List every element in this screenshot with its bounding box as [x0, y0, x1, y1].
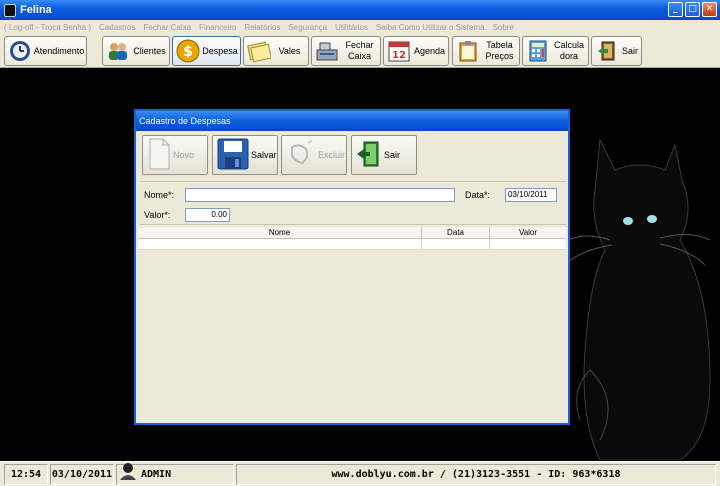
new-document-icon — [147, 137, 171, 174]
close-button[interactable]: ✕ — [702, 2, 717, 17]
valor-field[interactable]: 0.00 — [185, 208, 230, 222]
main-toolbar: Atendimento Clientes $ Despesa Vales Fec… — [0, 34, 720, 68]
fechar-caixa-button[interactable]: Fechar Caixa — [311, 36, 381, 66]
status-bar: 12:54 03/10/2011 ADMIN www.doblyu.com.br… — [0, 461, 720, 486]
user-avatar-icon — [119, 462, 137, 486]
minimize-button[interactable]: _ — [668, 2, 683, 17]
cat-background-image — [560, 138, 711, 460]
app-icon — [4, 3, 16, 17]
column-header-valor[interactable]: Valor — [490, 227, 566, 238]
column-header-nome[interactable]: Nome — [138, 227, 422, 238]
sair-toolbar-button[interactable]: Sair — [591, 36, 642, 66]
data-field[interactable]: 03/10/2011 — [505, 188, 557, 202]
column-header-data[interactable]: Data — [422, 227, 490, 238]
valor-label: Valor*: — [144, 210, 171, 220]
exit-door-icon — [356, 140, 382, 171]
nome-field[interactable] — [185, 188, 455, 202]
clock-icon — [8, 39, 32, 63]
despesa-button[interactable]: $ Despesa — [172, 36, 241, 66]
menu-utilitarios[interactable]: Utilitários — [335, 23, 368, 32]
grid-header: Nome Data Valor — [138, 227, 566, 239]
table-row[interactable] — [138, 239, 566, 250]
users-icon — [106, 39, 130, 63]
calendar-icon: 12 — [387, 39, 411, 63]
maximize-button[interactable]: □ — [685, 2, 700, 17]
calculator-icon — [526, 39, 550, 63]
menu-fechar-caixa[interactable]: Fechar Caixa — [143, 23, 191, 32]
nome-label: Nome*: — [144, 190, 175, 200]
menu-sobre[interactable]: Sobre — [493, 23, 514, 32]
save-disk-icon — [217, 138, 249, 173]
status-username: ADMIN — [141, 469, 172, 480]
menu-relatorios[interactable]: Relatórios — [244, 23, 280, 32]
coin-icon: $ — [176, 39, 200, 63]
agenda-button[interactable]: 12 Agenda — [383, 36, 449, 66]
status-date: 03/10/2011 — [50, 464, 114, 485]
tabela-precos-button[interactable]: Tabela Preços — [452, 36, 520, 66]
menu-logoff[interactable]: ( Log-off - Troca Senha ) — [4, 23, 91, 32]
sair-dialog-button[interactable]: Sair — [351, 135, 417, 175]
window-title: Felina — [20, 4, 52, 16]
menu-saiba[interactable]: Saiba Como Utilizar o Sistema — [376, 23, 484, 32]
data-label: Data*: — [465, 190, 491, 200]
menu-bar: ( Log-off - Troca Senha ) Cadastros Fech… — [0, 20, 720, 34]
cash-register-icon — [315, 39, 339, 63]
despesas-grid: Nome Data Valor — [138, 227, 566, 421]
clipboard-icon — [456, 39, 480, 63]
menu-cadastros[interactable]: Cadastros — [99, 23, 135, 32]
svg-text:12: 12 — [392, 50, 406, 61]
excluir-button[interactable]: Excluir — [281, 135, 347, 175]
calculadora-button[interactable]: Calcula dora — [522, 36, 589, 66]
delete-icon — [286, 139, 316, 172]
salvar-button[interactable]: Salvar — [212, 135, 278, 175]
status-time: 12:54 — [4, 464, 48, 485]
exit-door-icon — [595, 39, 619, 63]
dialog-toolbar: Novo Salvar Excluir Sair — [140, 135, 565, 177]
status-contact: www.doblyu.com.br / (21)3123-3551 - ID: … — [236, 464, 716, 485]
notes-icon — [247, 39, 271, 63]
despesa-form: Nome*: Data*: 03/10/2011 Valor*: 0.00 — [140, 181, 566, 225]
title-bar: Felina _ □ ✕ — [0, 0, 720, 20]
dialog-title: Cadastro de Despesas — [136, 111, 568, 131]
novo-button[interactable]: Novo — [142, 135, 208, 175]
menu-seguranca[interactable]: Segurança — [288, 23, 327, 32]
menu-financeiro[interactable]: Financeiro — [199, 23, 236, 32]
atendimento-button[interactable]: Atendimento — [4, 36, 87, 66]
cadastro-despesas-dialog: Cadastro de Despesas Novo Salvar Excluir… — [134, 109, 570, 425]
svg-text:$: $ — [183, 44, 193, 60]
vales-button[interactable]: Vales — [243, 36, 309, 66]
clientes-button[interactable]: Clientes — [102, 36, 170, 66]
status-user: ADMIN — [116, 462, 234, 486]
